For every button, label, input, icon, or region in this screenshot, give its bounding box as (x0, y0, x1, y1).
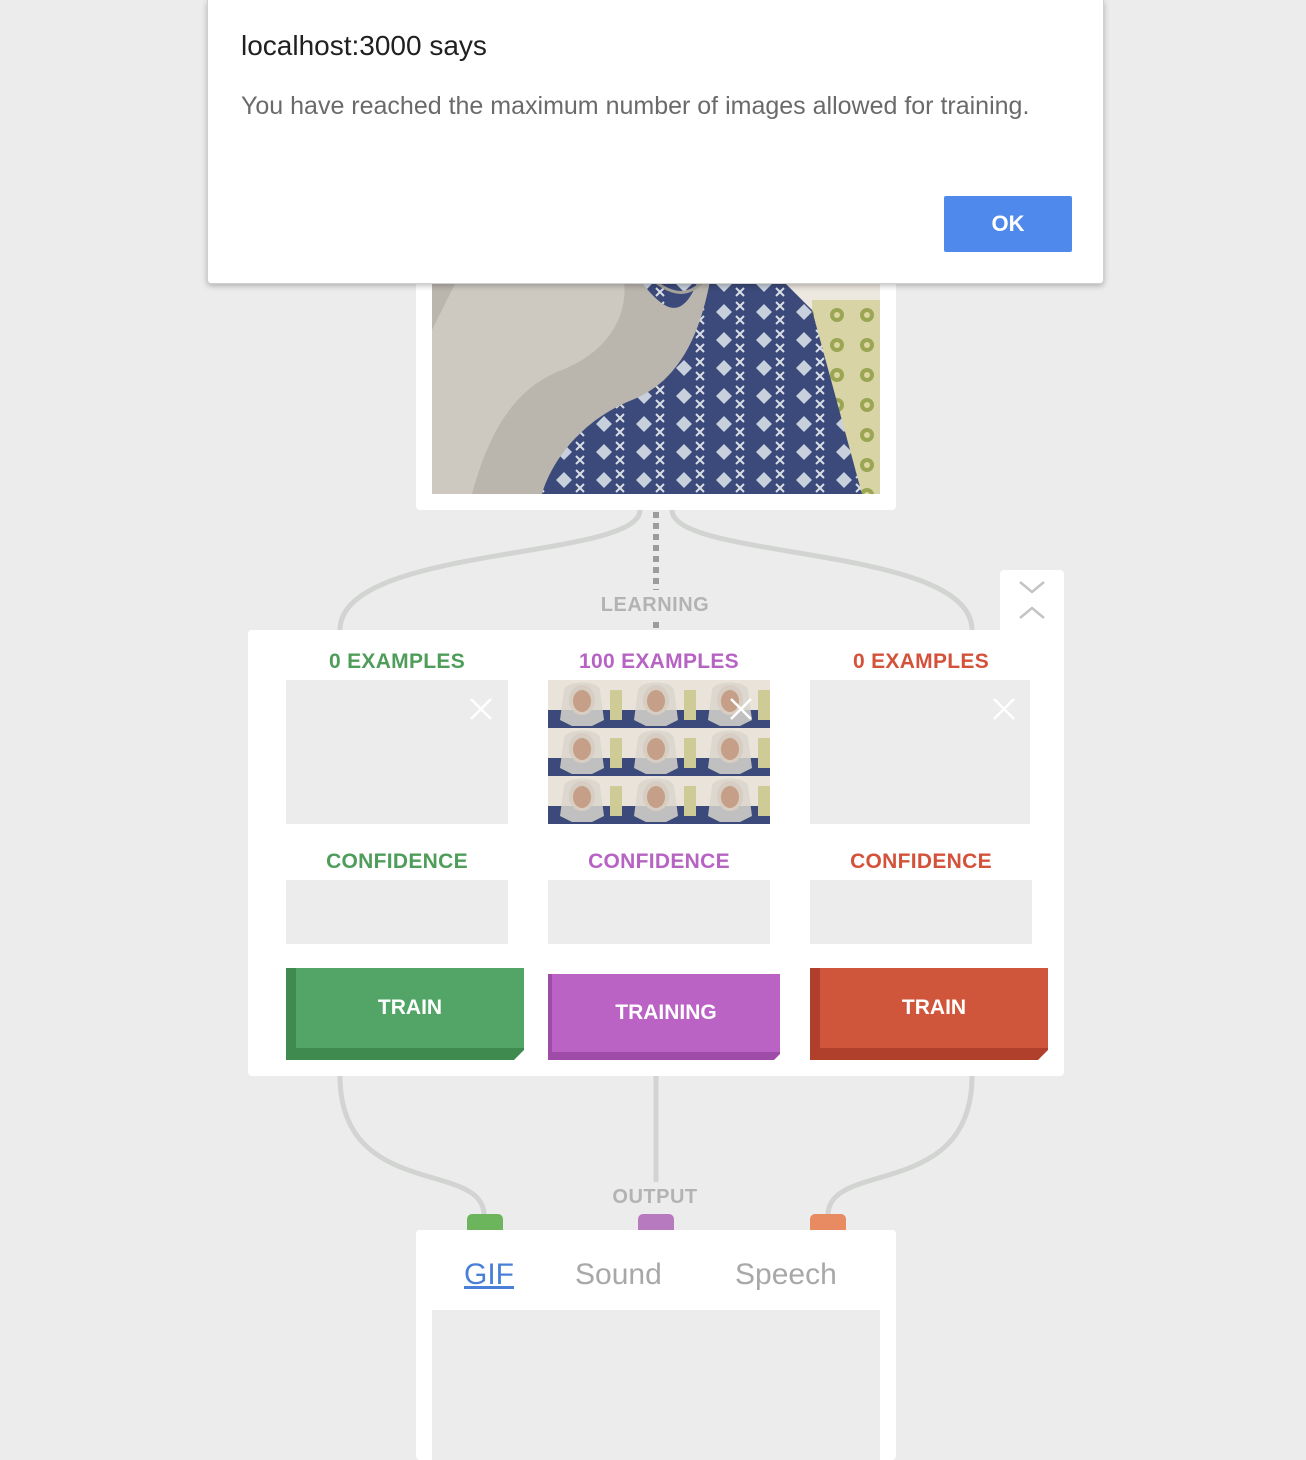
example-thumbnail (548, 680, 622, 728)
example-thumbnail (622, 680, 696, 728)
class3-confidence-bar (810, 880, 1032, 944)
class3-examples-count: 0 EXAMPLES (852, 650, 990, 673)
tab-gif[interactable]: GIF (464, 1258, 514, 1292)
webcam-feed (432, 270, 880, 494)
class3-train-label: TRAIN (901, 996, 967, 1019)
class3-clear-icon[interactable] (991, 696, 1017, 722)
learning-label: LEARNING (600, 594, 710, 616)
dialog-title: localhost:3000 says (241, 30, 487, 61)
output-label: OUTPUT (612, 1186, 698, 1208)
tab-speech[interactable]: Speech (735, 1258, 837, 1292)
class2-confidence-label: CONFIDENCE (588, 850, 730, 873)
collapse-chevrons-icon (1019, 581, 1045, 619)
tab-sound[interactable]: Sound (575, 1258, 662, 1292)
connector-right-bottom (825, 1075, 975, 1216)
class2-training-label: TRAINING (615, 1001, 717, 1024)
collapse-toggle[interactable] (1000, 570, 1064, 632)
output-preview-area (432, 1310, 880, 1460)
connector-left-bottom (337, 1075, 487, 1216)
dialog-message: You have reached the maximum number of i… (241, 92, 1030, 120)
example-thumbnail (696, 728, 770, 776)
class3-train-button[interactable]: TRAIN (810, 968, 1048, 1060)
class1-clear-icon[interactable] (468, 696, 494, 722)
example-thumbnail (622, 728, 696, 776)
class1-examples-count: 0 EXAMPLES (328, 650, 466, 673)
example-thumbnail (548, 776, 622, 824)
class2-confidence-bar (548, 880, 770, 944)
class1-confidence-label: CONFIDENCE (326, 850, 468, 873)
class2-examples-count: 100 EXAMPLES (579, 650, 739, 673)
example-thumbnail (622, 776, 696, 824)
ok-button[interactable]: OK (944, 196, 1072, 252)
class1-train-button[interactable]: TRAIN (286, 968, 524, 1060)
class1-confidence-bar (286, 880, 508, 944)
class3-confidence-label: CONFIDENCE (850, 850, 992, 873)
class1-train-label: TRAIN (377, 996, 443, 1019)
class2-clear-icon[interactable] (728, 696, 754, 722)
class2-training-button[interactable]: TRAINING (548, 974, 780, 1060)
example-thumbnail (696, 776, 770, 824)
alert-dialog: localhost:3000 says You have reached the… (207, 0, 1104, 284)
class2-examples-box (548, 680, 770, 824)
class3-examples-box (810, 680, 1030, 824)
example-thumbnail (548, 728, 622, 776)
class1-examples-box (286, 680, 508, 824)
